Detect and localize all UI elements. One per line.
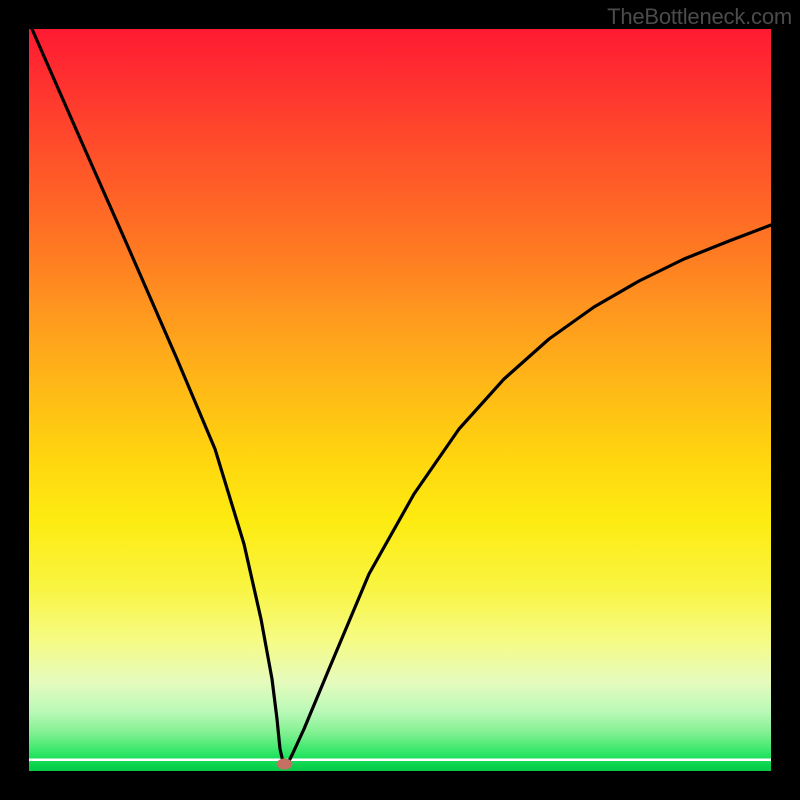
bottleneck-curve-line xyxy=(32,29,771,766)
watermark-text: TheBottleneck.com xyxy=(607,4,792,30)
optimum-marker xyxy=(277,759,293,770)
chart-frame: TheBottleneck.com xyxy=(0,0,800,800)
curve-layer xyxy=(29,29,771,771)
plot-area xyxy=(29,29,771,771)
